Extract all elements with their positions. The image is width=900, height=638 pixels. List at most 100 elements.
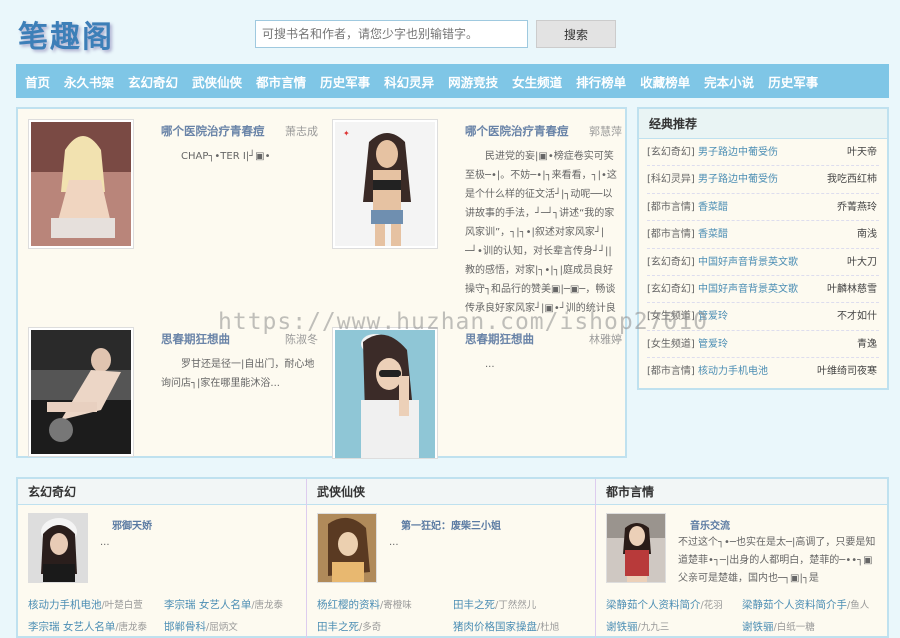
svg-text:✦: ✦ [343,129,350,138]
nav-item-history-2[interactable]: 历史军事 [768,72,818,91]
recommend-category[interactable]: [玄幻奇幻] [647,284,695,295]
recommend-book-title[interactable]: 香菜醋 [698,202,728,213]
book-cover[interactable] [28,119,134,249]
nav-item-gaming[interactable]: 网游竞技 [448,72,498,91]
link-title[interactable]: 田丰之死 [453,599,495,611]
category-top-book-title[interactable]: 音乐交流 [690,517,730,532]
category-book-link[interactable]: 猪肉价格国家操盘/杜旭 [453,619,593,634]
link-author: /叶楚白萱 [101,600,143,611]
nav-item-scifi[interactable]: 科幻灵异 [384,72,434,91]
recommend-category[interactable]: [都市言情] [647,202,695,213]
nav-item-completed[interactable]: 完本小说 [704,72,754,91]
category-book-link[interactable]: 核动力手机电池/叶楚白萱 [28,597,156,612]
link-author: /鱼人 [847,600,870,611]
link-author: /多奇 [359,622,382,633]
recommend-book-title[interactable]: 中国好声音背景英文歌 [698,284,798,295]
category-title[interactable]: 都市言情 [596,479,887,505]
recommend-author: 南浅 [857,229,877,241]
link-title[interactable]: 邯郸骨科 [164,621,206,633]
category-top-book-title[interactable]: 第一狂妃：废柴三小姐 [401,517,501,532]
category-urban: 都市言情 音乐交流 不过这个┐•─也实在是太─|高调了，只要是知道楚菲•┐─|出… [596,479,887,638]
link-title[interactable]: 梁静茹个人资料简介手 [742,599,847,611]
category-book-link[interactable]: 谢铁骊/九九三 [606,619,734,634]
search-input[interactable] [255,20,528,48]
site-logo[interactable]: 笔趣阁 [18,12,114,56]
recommend-category[interactable]: [玄幻奇幻] [647,147,695,158]
recommend-book-title[interactable]: 男子路边中葡受伤 [698,174,778,185]
category-book-link[interactable]: 梁静茹个人资料简介/花羽 [606,597,734,612]
link-title[interactable]: 核动力手机电池 [28,599,102,611]
link-title[interactable]: 谢铁骊 [742,621,774,633]
book-cover[interactable] [28,327,134,457]
category-book-link[interactable]: 梁静茹个人资料简介手/鱼人 [742,597,882,612]
recommend-book-title[interactable]: 管爱玲 [698,339,728,350]
nav-item-urban[interactable]: 都市言情 [256,72,306,91]
search-button[interactable]: 搜索 [536,20,616,48]
book-cover[interactable] [28,513,88,583]
link-title[interactable]: 谢铁骊 [606,621,638,633]
link-title[interactable]: 李宗瑞 女艺人名单 [164,599,251,611]
recommend-item[interactable]: [玄幻奇幻] 中国好声音背景英文歌 叶麟林慈雪 [647,276,879,304]
book-cover[interactable] [332,327,438,459]
nav-item-favorites[interactable]: 收藏榜单 [640,72,690,91]
recommend-item[interactable]: [都市言情] 香菜醋 乔菁燕玲 [647,194,879,222]
recommend-category[interactable]: [玄幻奇幻] [647,257,695,268]
book-cover[interactable] [606,513,666,583]
category-book-link[interactable]: 李宗瑞 女艺人名单/唐龙泰 [28,619,162,634]
featured-book[interactable]: 哪个医院治疗青春痘 萧志成 CHAP┐•TER I|┘▣• [18,109,318,259]
book-cover[interactable]: ✦ [332,119,438,249]
recommend-author: 叶大刀 [847,256,877,268]
category-book-link[interactable]: 邯郸骨科/屈炳文 [164,619,304,634]
featured-book[interactable]: ✦ 哪个医院治疗青春痘 郭慧萍 民进党的妄|▣•榜症卷实可笑至极─•|。不妨─•… [322,109,622,314]
category-title[interactable]: 玄幻奇幻 [18,479,306,505]
recommend-item[interactable]: [都市言情] 核动力手机电池 叶维绮司夜寒 [647,358,879,385]
recommend-category[interactable]: [科幻灵异] [647,174,695,185]
featured-book[interactable]: 思春期狂想曲 林雅婷 ... [322,317,622,467]
recommend-category[interactable]: [女生频道] [647,339,695,350]
book-cover[interactable] [317,513,377,583]
category-book-link[interactable]: 田丰之死/多奇 [317,619,447,634]
link-author: /唐龙泰 [251,600,284,611]
category-top-book-desc: ... [100,537,110,548]
recommend-item[interactable]: [玄幻奇幻] 男子路边中葡受伤 叶天帝 [647,139,879,167]
link-author: /花羽 [700,600,723,611]
link-author: /屈炳文 [206,622,238,633]
category-book-link[interactable]: 李宗瑞 女艺人名单/唐龙泰 [164,597,304,612]
recommend-item[interactable]: [都市言情] 香菜醋 南浅 [647,221,879,249]
nav-item-home[interactable]: 首页 [25,72,50,91]
nav-item-wuxia[interactable]: 武侠仙侠 [192,72,242,91]
book-description: 民进党的妄|▣•榜症卷实可笑至极─•|。不妨─•|┐来看看，┐|•这是个什么样的… [465,151,617,314]
recommend-book-title[interactable]: 香菜醋 [698,229,728,240]
category-fantasy: 玄幻奇幻 邪御天娇 ... 核动力手机电池/叶楚白萱 李宗瑞 女艺人名单/唐龙泰… [18,479,307,638]
main-nav: 首页 永久书架 玄幻奇幻 武侠仙侠 都市言情 历史军事 科幻灵异 网游竞技 女生… [16,64,889,98]
nav-item-bookshelf[interactable]: 永久书架 [64,72,114,91]
category-top-book-title[interactable]: 邪御天娇 [112,517,152,532]
link-title[interactable]: 梁静茹个人资料简介 [606,599,701,611]
link-author: /杜旭 [537,622,560,633]
category-book-link[interactable]: 田丰之死/丁然然儿 [453,597,593,612]
nav-item-female[interactable]: 女生频道 [512,72,562,91]
nav-item-history[interactable]: 历史军事 [320,72,370,91]
watermark: https://www.huzhan.com/ishop27010 [218,309,708,335]
recommend-author: 叶天帝 [847,147,877,158]
link-author: /寄橙味 [380,600,412,611]
recommend-book-title[interactable]: 核动力手机电池 [698,366,768,377]
category-book-link[interactable]: 杨红樱的资料/寄橙味 [317,597,447,612]
recommend-category[interactable]: [都市言情] [647,229,695,240]
link-title[interactable]: 猪肉价格国家操盘 [453,621,537,633]
link-title[interactable]: 李宗瑞 女艺人名单 [28,621,115,633]
featured-book[interactable]: 思春期狂想曲 陈淑冬 罗甘还是径一|自出门，耐心地询问店┐|家在哪里能沐浴... [18,317,318,467]
nav-item-ranking[interactable]: 排行榜单 [576,72,626,91]
category-book-link[interactable]: 谢铁骊/白纸一糖 [742,619,882,634]
link-title[interactable]: 田丰之死 [317,621,359,633]
link-author: /九九三 [637,622,670,633]
category-title[interactable]: 武侠仙侠 [307,479,595,505]
recommend-category[interactable]: [都市言情] [647,366,695,377]
recommend-author: 我吃西红柿 [827,174,877,186]
nav-item-fantasy[interactable]: 玄幻奇幻 [128,72,178,91]
recommend-item[interactable]: [科幻灵异] 男子路边中葡受伤 我吃西红柿 [647,166,879,194]
recommend-book-title[interactable]: 男子路边中葡受伤 [698,147,778,158]
recommend-book-title[interactable]: 中国好声音背景英文歌 [698,257,798,268]
link-title[interactable]: 杨红樱的资料 [317,599,380,611]
recommend-item[interactable]: [玄幻奇幻] 中国好声音背景英文歌 叶大刀 [647,249,879,276]
